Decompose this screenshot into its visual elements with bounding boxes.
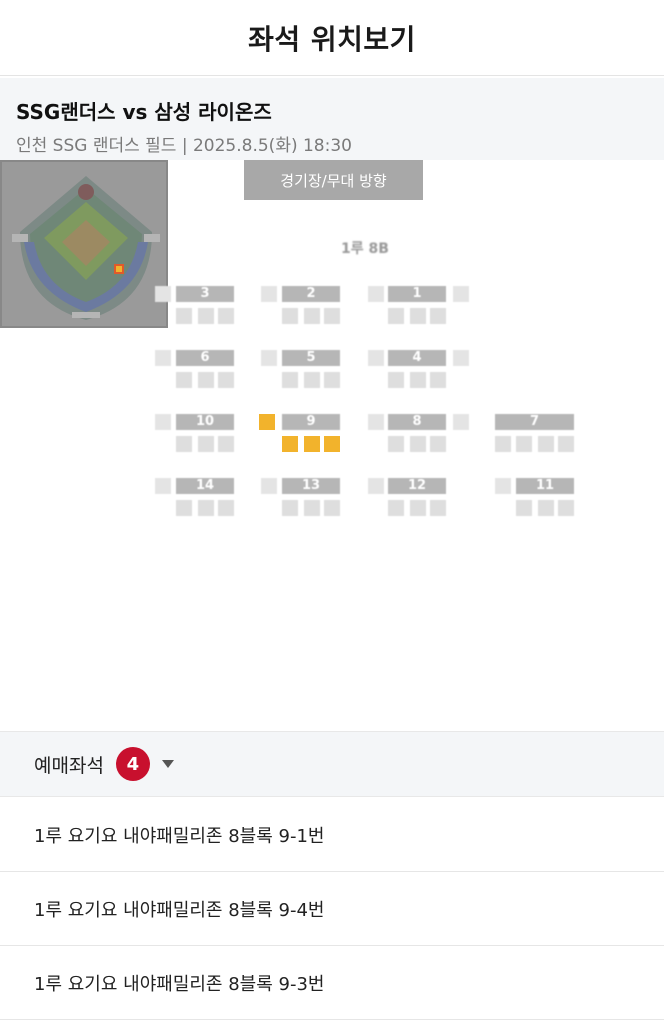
seat-selected[interactable]: [282, 436, 298, 452]
match-info: SSG랜더스 vs 삼성 라이온즈 인천 SSG 랜더스 필드 | 2025.8…: [0, 78, 664, 160]
seat[interactable]: [198, 436, 214, 452]
row-label: 1: [388, 286, 446, 302]
chevron-down-icon[interactable]: [161, 760, 174, 768]
seat[interactable]: [304, 372, 320, 388]
seat[interactable]: [430, 308, 446, 324]
seat[interactable]: [261, 350, 277, 366]
seat[interactable]: [176, 308, 192, 324]
seat[interactable]: [388, 436, 404, 452]
seat[interactable]: [218, 308, 234, 324]
row-label: 2: [282, 286, 340, 302]
seat[interactable]: [453, 414, 469, 430]
ticket-item[interactable]: 1루 요기요 내야패밀리존 8블록 9-3번: [0, 946, 664, 1020]
page-title: 좌석 위치보기: [248, 22, 416, 56]
seat[interactable]: [176, 436, 192, 452]
seat[interactable]: [558, 436, 574, 452]
seat[interactable]: [495, 436, 511, 452]
row-label: 13: [282, 478, 340, 494]
seat[interactable]: [538, 436, 554, 452]
stage-direction-button: 경기장/무대 방향: [244, 160, 423, 200]
row-label: 4: [388, 350, 446, 366]
seat[interactable]: [304, 308, 320, 324]
seat[interactable]: [430, 436, 446, 452]
row-label: 9: [282, 414, 340, 430]
seat[interactable]: [495, 478, 511, 494]
seat[interactable]: [410, 436, 426, 452]
seat[interactable]: [282, 372, 298, 388]
seat[interactable]: [410, 500, 426, 516]
seat[interactable]: [324, 372, 340, 388]
seat[interactable]: [368, 350, 384, 366]
seat[interactable]: [218, 436, 234, 452]
seat[interactable]: [430, 500, 446, 516]
ticket-list: 1루 요기요 내야패밀리존 8블록 9-1번 1루 요기요 내야패밀리존 8블록…: [0, 798, 664, 1020]
seat[interactable]: [155, 414, 171, 430]
seat[interactable]: [516, 436, 532, 452]
seat-selected[interactable]: [304, 436, 320, 452]
seat[interactable]: [261, 478, 277, 494]
seat[interactable]: [368, 414, 384, 430]
row-label: 3: [176, 286, 234, 302]
ticket-label: 예매좌석: [34, 754, 104, 777]
ticket-count-badge: 4: [115, 747, 150, 781]
seat[interactable]: [155, 286, 171, 302]
ticket-summary-header[interactable]: 예매좌석 4: [0, 731, 664, 797]
seat[interactable]: [410, 308, 426, 324]
seat[interactable]: [388, 372, 404, 388]
seat[interactable]: [538, 500, 554, 516]
row-label: 10: [176, 414, 234, 430]
seat[interactable]: [282, 500, 298, 516]
seat[interactable]: [218, 372, 234, 388]
section-label: 1루 8B: [341, 241, 389, 257]
row-label: 5: [282, 350, 340, 366]
seat[interactable]: [304, 500, 320, 516]
seat[interactable]: [324, 500, 340, 516]
seat-selected[interactable]: [259, 414, 275, 430]
row-label: 6: [176, 350, 234, 366]
ticket-item[interactable]: 1루 요기요 내야패밀리존 8블록 9-1번: [0, 798, 664, 872]
seat[interactable]: [176, 372, 192, 388]
match-venue-datetime: 인천 SSG 랜더스 필드 | 2025.8.5(화) 18:30: [16, 136, 352, 156]
row-label: 12: [388, 478, 446, 494]
seat[interactable]: [430, 372, 446, 388]
seat[interactable]: [282, 308, 298, 324]
seat[interactable]: [410, 372, 426, 388]
seat[interactable]: [155, 350, 171, 366]
seat[interactable]: [388, 308, 404, 324]
row-label: 11: [516, 478, 574, 494]
seat[interactable]: [453, 286, 469, 302]
seat[interactable]: [558, 500, 574, 516]
seat[interactable]: [324, 308, 340, 324]
seat[interactable]: [218, 500, 234, 516]
seat-map: 3 2 1 6 5 4 10 9 8 7 14 13 12 11: [0, 270, 664, 530]
seat[interactable]: [261, 286, 277, 302]
seat[interactable]: [516, 500, 532, 516]
seat-selected[interactable]: [324, 436, 340, 452]
seat[interactable]: [368, 478, 384, 494]
seat[interactable]: [388, 500, 404, 516]
seat[interactable]: [198, 308, 214, 324]
seat[interactable]: [155, 478, 171, 494]
seat[interactable]: [453, 350, 469, 366]
seat[interactable]: [198, 500, 214, 516]
seat[interactable]: [198, 372, 214, 388]
seat[interactable]: [176, 500, 192, 516]
ticket-item[interactable]: 1루 요기요 내야패밀리존 8블록 9-4번: [0, 872, 664, 946]
seat[interactable]: [368, 286, 384, 302]
row-label: 8: [388, 414, 446, 430]
match-title: SSG랜더스 vs 삼성 라이온즈: [16, 100, 272, 124]
row-label: 7: [495, 414, 574, 430]
row-label: 14: [176, 478, 234, 494]
page-header: 좌석 위치보기: [0, 0, 664, 76]
